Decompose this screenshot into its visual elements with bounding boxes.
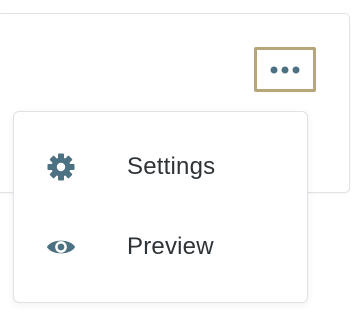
more-options-button[interactable] bbox=[254, 47, 316, 92]
menu-item-preview[interactable]: Preview bbox=[14, 219, 307, 275]
eye-icon bbox=[45, 231, 77, 263]
gear-icon bbox=[45, 151, 77, 183]
menu-item-settings[interactable]: Settings bbox=[14, 139, 307, 195]
dropdown-menu: Settings Preview bbox=[13, 111, 308, 303]
menu-item-label: Settings bbox=[127, 153, 216, 180]
menu-item-label: Preview bbox=[127, 233, 214, 260]
ellipsis-icon bbox=[270, 66, 300, 73]
